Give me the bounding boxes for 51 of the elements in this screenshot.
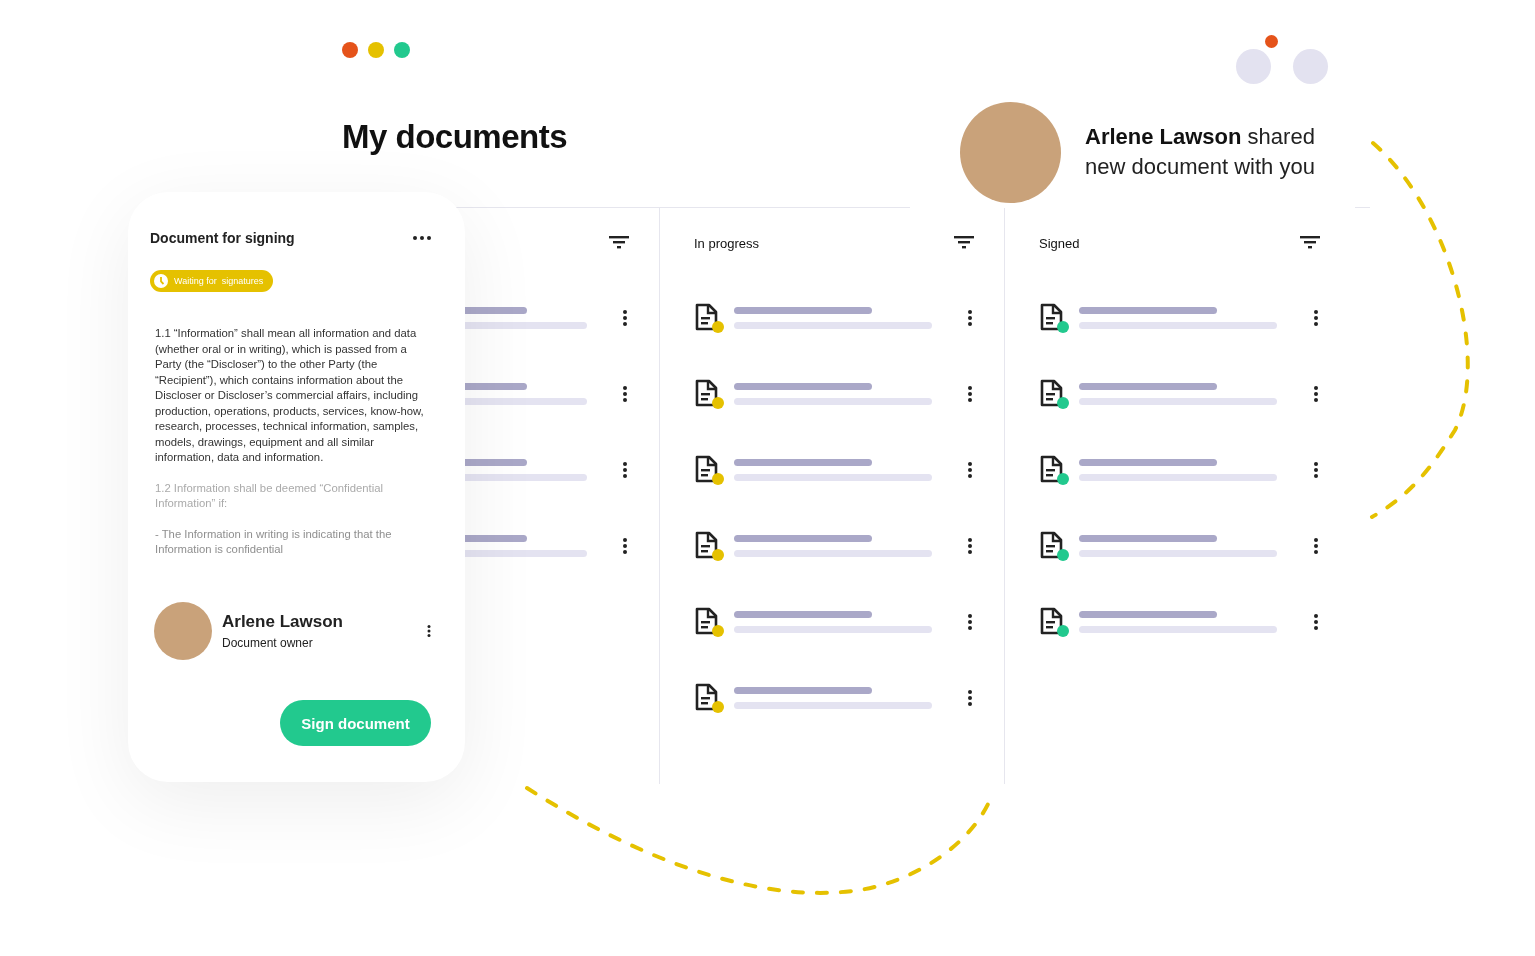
kebab-icon [968, 462, 972, 478]
kebab-icon [623, 462, 627, 478]
clock-icon [154, 274, 168, 288]
column-title: In progress [694, 235, 760, 251]
filter-icon [609, 236, 629, 250]
more-horizontal-icon [413, 236, 431, 240]
document-status-icon [694, 455, 724, 485]
avatar-placeholder-icon [1236, 49, 1271, 84]
notification-message: Arlene Lawson shared new document with you [1085, 123, 1316, 181]
document-status-icon [694, 379, 724, 409]
document-status-icon [694, 683, 724, 713]
document-status-icon [694, 303, 724, 333]
status-badge: Waiting for signatures [150, 270, 274, 292]
page-title: My documents [342, 118, 568, 156]
filter-icon [954, 236, 974, 250]
kebab-icon [968, 690, 972, 706]
kebab-icon [1314, 310, 1318, 326]
avatar-photo [154, 602, 212, 660]
contract-paragraph: - The Information in writing is indicating that the Information is confidential [155, 526, 393, 557]
kebab-icon [1314, 614, 1318, 630]
document-status-icon [1039, 531, 1069, 561]
notification-dot-icon [1265, 35, 1278, 48]
kebab-icon [1314, 462, 1318, 478]
kebab-icon [968, 310, 972, 326]
filter-button[interactable] [609, 236, 629, 250]
kebab-icon [623, 538, 627, 554]
filter-icon [1300, 236, 1320, 250]
column-title: Signed [1039, 235, 1080, 251]
filter-button[interactable] [954, 236, 974, 250]
kebab-icon [968, 538, 972, 554]
kebab-icon [1314, 386, 1318, 402]
kebab-icon [623, 310, 627, 326]
contract-paragraph: 1.2 Information shall be deemed “Confidential Information” if: [155, 480, 384, 511]
kebab-icon [968, 614, 972, 630]
card-title: Document for signing [150, 230, 295, 246]
contract-paragraph: 1.1 “Information” shall mean all information and data (whether oral or in writing), which is passed from a Party (the “Discloser”) to the other Party (the “Recipient”), which contains information about the Discloser or Discloser’s commercial affairs, including production, operations, products, services, know-how, research, processes, technical information, samples, models, drawings, equipment and all similar information, data and information. [155, 326, 425, 465]
document-status-icon [694, 607, 724, 637]
kebab-icon [427, 625, 431, 637]
document-status-icon [1039, 607, 1069, 637]
document-status-icon [1039, 379, 1069, 409]
filter-button[interactable] [1300, 236, 1320, 250]
sign-document-button[interactable]: Sign document [280, 700, 431, 746]
kebab-icon [968, 386, 972, 402]
document-status-icon [1039, 303, 1069, 333]
kebab-icon [623, 386, 627, 402]
owner-name: Arlene Lawson [222, 612, 344, 632]
document-status-icon [1039, 455, 1069, 485]
kebab-icon [1314, 538, 1318, 554]
document-status-icon [694, 531, 724, 561]
avatar-placeholder-icon [1293, 49, 1328, 84]
owner-role: Document owner [222, 636, 314, 650]
